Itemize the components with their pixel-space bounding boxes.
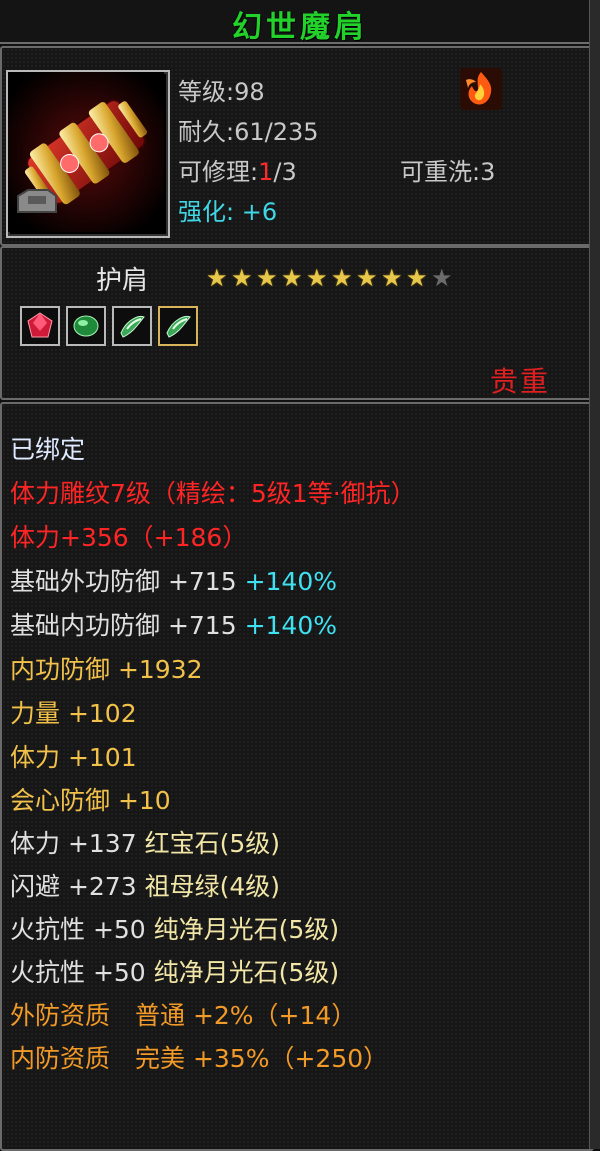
star-filled-icon: ★ (256, 264, 278, 292)
gem3-stat: 火抗性 +50 (10, 915, 146, 944)
gem4-name: 纯净月光石(5级) (153, 958, 340, 987)
star-filled-icon: ★ (306, 264, 328, 292)
gem-slot-moonstone-2[interactable] (158, 306, 198, 346)
valuable-tag: 贵重 (489, 365, 550, 398)
gem1-stat: 体力 +137 (10, 829, 137, 858)
star-filled-icon: ★ (406, 264, 428, 292)
base-inner-def-pct: +140% (244, 611, 337, 640)
item-icon-frame[interactable] (6, 70, 170, 238)
item-title: 幻世魔肩 (232, 10, 368, 45)
gem-slot-emerald[interactable] (66, 306, 106, 346)
shoulder-scroll-icon (8, 72, 164, 232)
fire-element-icon (460, 68, 502, 110)
crit-def-line: 会心防御 +10 (10, 786, 171, 815)
star-filled-icon: ★ (331, 264, 353, 292)
base-outer-def-line: 基础外功防御 +715 +140% (10, 567, 337, 597)
item-repair: 可修理:1/3 (178, 152, 297, 187)
repair-current: 1 (258, 158, 274, 186)
base-inner-def-line: 基础内功防御 +715 +140% (10, 611, 337, 641)
star-rating: ★ ★ ★ ★ ★ ★ ★ ★ ★ ★ (206, 266, 456, 290)
item-slot-name: 护肩 (96, 266, 149, 296)
gem2-stat: 闪避 +273 (10, 872, 137, 901)
gem-slots (20, 306, 198, 346)
star-empty-icon: ★ (431, 264, 453, 292)
gem-slot-moonstone-1[interactable] (112, 306, 152, 346)
gem3-line: 火抗性 +50 纯净月光石(5级) (10, 915, 339, 945)
gem3-name: 纯净月光石(5级) (153, 915, 340, 944)
moonstone-gem-icon (120, 316, 145, 338)
base-inner-def: 基础内功防御 +715 (10, 611, 237, 640)
outer-quality-line: 外防资质 普通 +2%（+14） (10, 1001, 357, 1030)
enhance-value: +6 (241, 198, 278, 226)
inner-quality-line: 内防资质 完美 +35%（+250） (10, 1044, 389, 1073)
star-filled-icon: ★ (206, 264, 228, 292)
title-bar: 幻世魔肩 (0, 0, 600, 45)
gem2-name: 祖母绿(4级) (144, 872, 280, 901)
gem1-name: 红宝石(5级) (144, 829, 280, 858)
ruby-gem-icon (27, 312, 53, 338)
emerald-gem-icon (73, 315, 99, 337)
gem4-line: 火抗性 +50 纯净月光石(5级) (10, 958, 339, 988)
repair-prefix: 可修理: (178, 158, 259, 186)
stamina-line: 体力 +101 (10, 743, 137, 772)
star-filled-icon: ★ (281, 264, 303, 292)
gem-slot-ruby[interactable] (20, 306, 60, 346)
strength-line: 力量 +102 (10, 699, 137, 728)
item-durability: 耐久:61/235 (178, 118, 319, 146)
repair-suffix: /3 (273, 158, 297, 186)
item-rewash: 可重洗:3 (400, 158, 496, 186)
gem2-line: 闪避 +273 祖母绿(4级) (10, 872, 280, 902)
star-filled-icon: ★ (356, 264, 378, 292)
base-outer-def-pct: +140% (244, 567, 337, 596)
item-tooltip: 幻世魔肩 等级:98 耐久:61/235 可修理:1/3 可重洗:3 强化: +… (0, 0, 600, 1151)
inner-def-line: 内功防御 +1932 (10, 655, 203, 684)
bound-status: 已绑定 (10, 435, 86, 464)
item-attributes-panel (0, 402, 594, 1151)
carve-line: 体力雕纹7级（精绘：5级1等·御抗） (10, 479, 416, 508)
enhance-label: 强化: (178, 198, 235, 226)
gem1-line: 体力 +137 红宝石(5级) (10, 829, 280, 859)
star-filled-icon: ★ (381, 264, 403, 292)
gem4-stat: 火抗性 +50 (10, 958, 146, 987)
item-level: 等级:98 (178, 78, 265, 106)
item-enhance: 强化: +6 (178, 192, 277, 227)
moonstone-gem-icon (166, 316, 191, 338)
base-outer-def: 基础外功防御 +715 (10, 567, 237, 596)
carve-stat-line: 体力+356（+186） (10, 523, 248, 552)
star-filled-icon: ★ (231, 264, 253, 292)
tooltip-scrollbar[interactable] (589, 0, 600, 1149)
